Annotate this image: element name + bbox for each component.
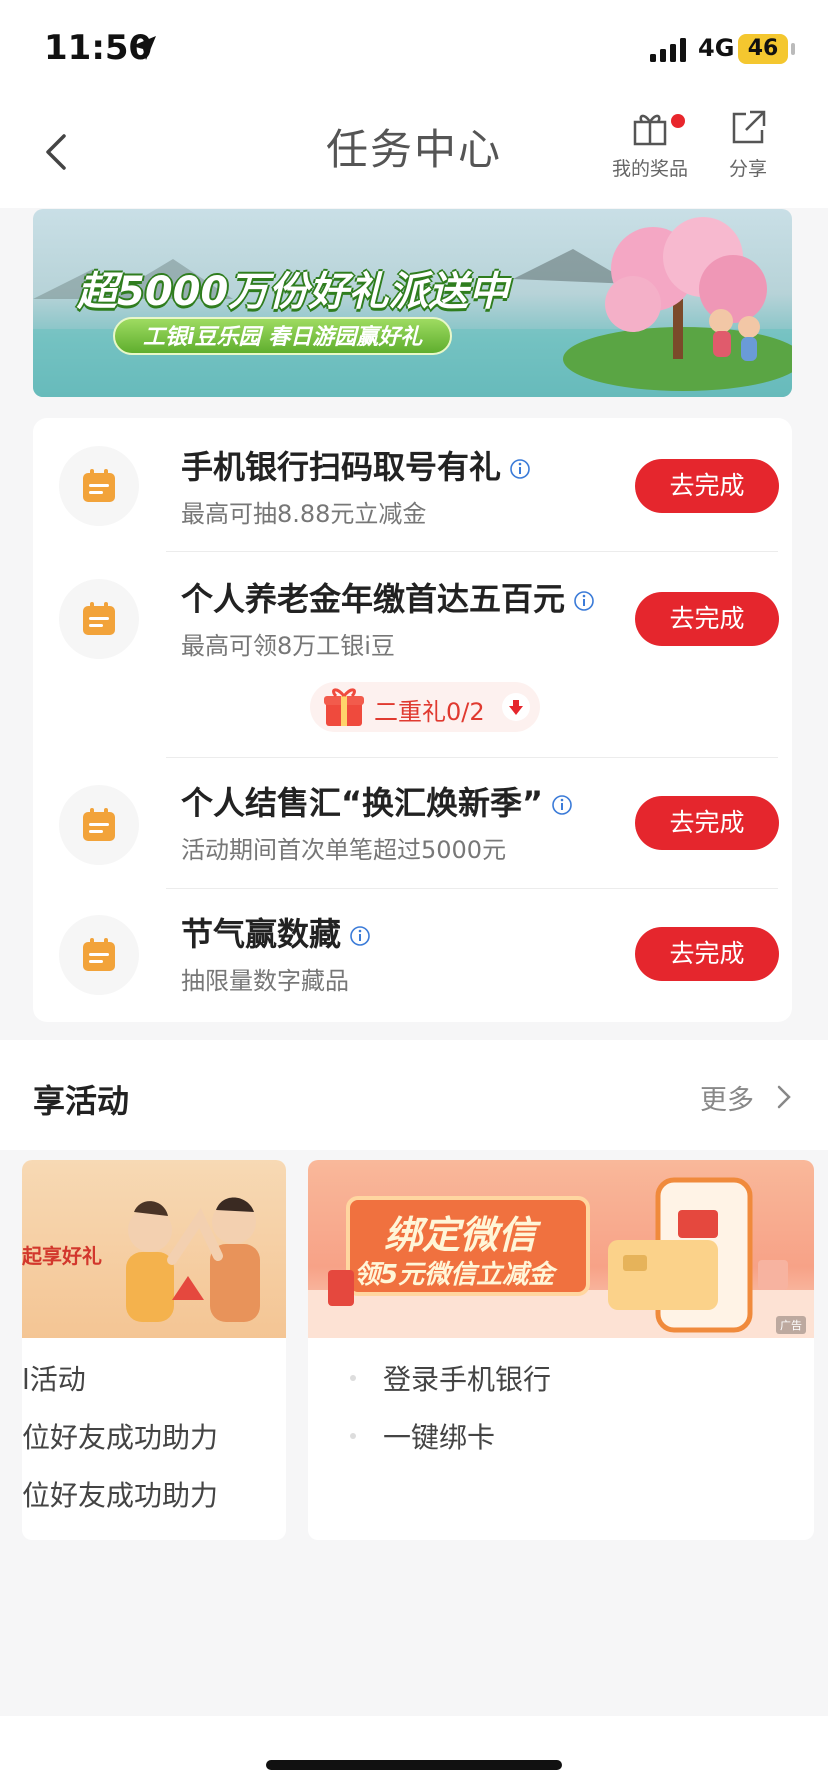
share-icon: [732, 110, 766, 144]
nav-bar: 任务中心 我的奖品 分享: [0, 100, 828, 208]
activities-title: 享活动: [33, 1082, 130, 1120]
task-icon: [59, 915, 139, 995]
gift-icon: [633, 114, 667, 146]
activity-image-title: 绑定微信: [384, 1213, 537, 1257]
activity-image-subtitle: 领5元微信立减金: [354, 1260, 555, 1290]
notification-dot: [671, 114, 685, 128]
activity-image: 绑定微信 领5元微信立减金 广告: [308, 1160, 814, 1338]
chevron-right-icon: [777, 1085, 791, 1109]
status-bar: 11:50 4G 46: [0, 0, 828, 100]
activity-item: 位好友成功助力: [22, 1479, 219, 1512]
promo-banner[interactable]: 超5000万份好礼派送中 工银i豆乐园 春日游园赢好礼: [33, 209, 792, 397]
divider: [166, 888, 778, 889]
double-gift-progress[interactable]: 二重礼0/2: [310, 682, 540, 732]
complete-task-button[interactable]: 去完成: [635, 927, 779, 981]
activity-image: 起享好礼: [22, 1160, 286, 1338]
bottom-safe-area: [0, 1716, 828, 1792]
more-label: 更多: [700, 1085, 754, 1116]
share-button[interactable]: 分享: [703, 108, 793, 181]
task-list-card: 手机银行扫码取号有礼 最高可抽8.88元立减金 去完成 个人养老金年缴首达五百元…: [33, 418, 792, 1022]
complete-task-button[interactable]: 去完成: [635, 459, 779, 513]
calendar-icon: [83, 469, 115, 502]
activity-image-text: 起享好礼: [22, 1244, 102, 1268]
ad-label: 广告: [776, 1316, 806, 1334]
banner-subtitle: 工银i豆乐园 春日游园赢好礼: [113, 317, 453, 355]
task-description: 抽限量数字藏品: [181, 967, 349, 995]
complete-task-button[interactable]: 去完成: [635, 592, 779, 646]
task-title: 个人养老金年缴首达五百元: [181, 574, 595, 620]
task-title-text: 个人养老金年缴首达五百元: [181, 580, 566, 618]
activity-item: 登录手机银行: [383, 1363, 552, 1396]
task-title: 节气赢数藏: [181, 909, 371, 955]
share-label: 分享: [728, 158, 767, 180]
activity-item: l活动: [22, 1363, 86, 1396]
task-description: 最高可领8万工银i豆: [181, 632, 395, 660]
calendar-icon: [83, 602, 115, 635]
divider: [166, 551, 778, 552]
home-indicator[interactable]: [266, 1760, 562, 1770]
task-title: 手机银行扫码取号有礼: [181, 442, 531, 488]
calendar-icon: [83, 808, 115, 841]
gift-box-icon: [324, 688, 364, 726]
expand-button[interactable]: [502, 693, 530, 721]
task-title-text: 节气赢数藏: [181, 915, 342, 953]
battery-nub: [791, 43, 795, 55]
bullet-dot: [350, 1433, 356, 1439]
my-prizes-button[interactable]: 我的奖品: [605, 108, 695, 181]
activity-card-invite[interactable]: 起享好礼 l活动 位好友成功助力 位好友成功助力: [22, 1160, 286, 1540]
task-title: 个人结售汇“换汇焕新季”: [181, 778, 573, 824]
double-gift-label: 二重礼0/2: [374, 698, 485, 726]
task-icon: [59, 446, 139, 526]
info-icon[interactable]: [509, 458, 531, 480]
activity-item: 一键绑卡: [383, 1421, 496, 1454]
complete-task-button[interactable]: 去完成: [635, 796, 779, 850]
divider: [166, 757, 778, 758]
info-icon[interactable]: [349, 925, 371, 947]
task-title-text: 个人结售汇“换汇焕新季”: [181, 784, 544, 822]
activity-item: 位好友成功助力: [22, 1421, 219, 1454]
task-title-text: 手机银行扫码取号有礼: [181, 448, 502, 486]
banner-title: 超5000万份好礼派送中: [77, 269, 509, 315]
activity-card-wechat[interactable]: 绑定微信 领5元微信立减金 广告 登录手机银行 一键绑卡: [308, 1160, 814, 1540]
bullet-dot: [350, 1375, 356, 1381]
task-description: 活动期间首次单笔超过5000元: [181, 836, 507, 864]
location-arrow-icon: [132, 36, 156, 60]
network-label: 4G: [698, 34, 735, 62]
my-prizes-label: 我的奖品: [611, 158, 688, 180]
signal-icon: [650, 38, 686, 62]
battery-icon: 46: [738, 34, 788, 64]
calendar-icon: [83, 938, 115, 971]
task-icon: [59, 785, 139, 865]
info-icon[interactable]: [551, 794, 573, 816]
task-icon: [59, 579, 139, 659]
red-packet-down-icon: [509, 700, 523, 715]
more-link[interactable]: 更多: [700, 1078, 791, 1117]
task-description: 最高可抽8.88元立减金: [181, 500, 427, 528]
info-icon[interactable]: [573, 590, 595, 612]
